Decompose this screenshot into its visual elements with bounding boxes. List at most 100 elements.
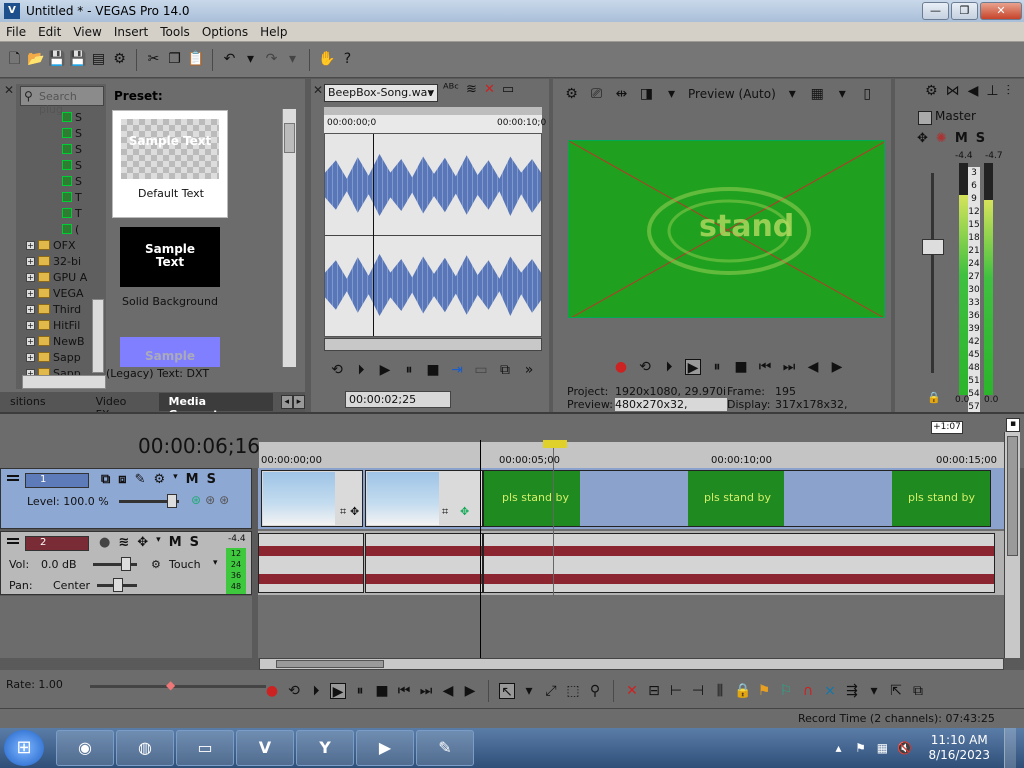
zoom-tool-icon[interactable]: ⚲ xyxy=(587,683,603,699)
preview-device-icon[interactable]: ⎚ xyxy=(588,86,605,103)
video-clip-text[interactable]: pls stand by pls stand by pls stand by xyxy=(483,470,991,527)
video-level-thumb[interactable] xyxy=(167,494,177,508)
envelope-tool-icon[interactable]: ⤢ xyxy=(543,683,559,699)
redo-icon[interactable]: ↷ xyxy=(263,51,280,68)
tab-video-fx[interactable]: Video FX xyxy=(86,393,147,421)
track-collapse-icon[interactable] xyxy=(7,475,19,477)
expand-icon[interactable]: + xyxy=(26,352,35,362)
grid-dropdown-icon[interactable]: ▾ xyxy=(834,86,851,103)
menu-help[interactable]: Help xyxy=(254,25,293,39)
master-fader-thumb[interactable] xyxy=(922,239,944,255)
trimmer-scrollbar[interactable] xyxy=(324,338,542,351)
loop-icon[interactable]: ⟲ xyxy=(286,683,302,699)
stop-icon[interactable]: ■ xyxy=(374,683,390,699)
taskbar-vegas-suite-button[interactable]: V xyxy=(236,730,294,766)
delete-icon[interactable]: ✕ xyxy=(624,683,640,699)
pause-icon[interactable]: ⏸ xyxy=(401,362,417,378)
network-icon[interactable]: ▦ xyxy=(874,740,890,756)
master-fader-track[interactable] xyxy=(931,173,934,373)
tree-item[interactable]: ( xyxy=(62,221,79,237)
master-properties-icon[interactable]: ⚙ xyxy=(925,83,938,99)
timeline-playhead[interactable] xyxy=(480,440,481,658)
track-motion-icon[interactable]: ⧈ xyxy=(118,472,126,487)
snapshot-icon[interactable]: ▯ xyxy=(859,86,876,103)
preset-scrollbar[interactable] xyxy=(282,109,296,367)
ignore-grouping-icon[interactable]: ⧉ xyxy=(910,683,926,699)
normal-edit-tool-icon[interactable]: ↖ xyxy=(499,683,515,700)
compositing-mode-icon[interactable]: ⧉ xyxy=(101,472,110,487)
trim-icon[interactable]: ⊟ xyxy=(646,683,662,699)
tab-transitions[interactable]: sitions xyxy=(0,393,56,411)
overwrite-icon[interactable]: ▭ xyxy=(473,362,489,378)
timeline-cursor[interactable] xyxy=(553,448,554,596)
prev-frame-icon[interactable]: ◀ xyxy=(440,683,456,699)
properties-gear-icon[interactable]: ⚙ xyxy=(111,51,128,68)
go-to-end-icon[interactable]: ⏭ xyxy=(781,359,797,375)
tree-item[interactable]: + HitFil xyxy=(26,317,80,333)
track-collapse-icon[interactable] xyxy=(7,538,19,540)
expand-icon[interactable]: + xyxy=(26,336,35,346)
next-frame-icon[interactable]: ▶ xyxy=(462,683,478,699)
start-button[interactable]: ⊞ xyxy=(4,730,44,766)
marker-bar-icon[interactable]: ▪ xyxy=(1006,418,1020,432)
tree-item[interactable]: S xyxy=(62,125,82,141)
tree-horizontal-scrollbar[interactable] xyxy=(22,375,106,389)
volume-muted-icon[interactable]: 🔇 xyxy=(896,740,912,756)
tree-item[interactable]: + NewB xyxy=(26,333,85,349)
close-button[interactable]: ✕ xyxy=(980,2,1022,20)
save-icon[interactable]: 💾 xyxy=(48,51,65,68)
preview-quality-select[interactable]: Preview (Auto) xyxy=(688,87,776,101)
next-frame-icon[interactable]: ▶ xyxy=(829,359,845,375)
edit-tool-dropdown-icon[interactable]: ▾ xyxy=(521,683,537,699)
audio-clip[interactable] xyxy=(483,533,995,593)
interaction-hand-icon[interactable]: ✋ xyxy=(318,51,335,68)
split-screen-icon[interactable]: ⇹ xyxy=(613,86,630,103)
video-lane[interactable]: ⌗ ✥ ⌗ ✥ pls stand by pls stand by pls st… xyxy=(258,468,1004,529)
arm-record-icon[interactable]: ● xyxy=(99,535,110,550)
play-icon[interactable]: ▶ xyxy=(685,359,701,376)
menu-view[interactable]: View xyxy=(67,25,107,39)
ripple-edit-icon[interactable]: ⇶ xyxy=(844,683,860,699)
timeline-horizontal-scrollbar[interactable] xyxy=(259,658,1004,670)
expand-icon[interactable]: + xyxy=(26,320,35,330)
timeline-tracks[interactable]: ⌗ ✥ ⌗ ✥ pls stand by pls stand by pls st… xyxy=(258,468,1004,658)
taskbar-firefox-button[interactable]: ◍ xyxy=(116,730,174,766)
action-center-icon[interactable]: ⚑ xyxy=(852,740,868,756)
preset-solid-background[interactable]: Sample Text Solid Background xyxy=(112,225,228,333)
trim-delete-icon[interactable]: ✕ xyxy=(484,82,495,97)
track-pan-icon[interactable]: ✥ xyxy=(137,535,148,550)
tree-item[interactable]: T xyxy=(62,205,82,221)
automation-dropdown-icon[interactable]: ▾ xyxy=(213,558,218,568)
overlays-dropdown-icon[interactable]: ▾ xyxy=(663,86,680,103)
audio-clip[interactable] xyxy=(258,533,364,593)
loop-region-marker[interactable] xyxy=(543,440,567,448)
audio-solo-button[interactable]: S xyxy=(190,535,199,550)
tree-item[interactable]: +32-bi xyxy=(26,253,81,269)
master-mute-button[interactable]: M xyxy=(955,131,968,146)
tray-expand-icon[interactable]: ▴ xyxy=(830,740,846,756)
rate-thumb-icon[interactable]: ◆ xyxy=(166,678,175,692)
timeline-hscroll-thumb[interactable] xyxy=(276,660,384,668)
composite-parent-icon[interactable]: ⊛ xyxy=(205,493,215,507)
composite-mask-icon[interactable]: ⊛ xyxy=(219,493,229,507)
menu-edit[interactable]: Edit xyxy=(32,25,67,39)
quality-dropdown-icon[interactable]: ▾ xyxy=(784,86,801,103)
tree-item[interactable]: T xyxy=(62,189,82,205)
more-icon[interactable]: » xyxy=(521,362,537,378)
copy-icon[interactable]: ❐ xyxy=(166,51,183,68)
audio-lane[interactable] xyxy=(258,531,1004,595)
master-fx-icon[interactable]: ✺ xyxy=(936,131,947,146)
master-pan-icon[interactable]: ✥ xyxy=(917,131,928,146)
redo-dropdown-icon[interactable]: ▾ xyxy=(284,51,301,68)
video-solo-button[interactable]: S xyxy=(207,472,216,487)
overlays-icon[interactable]: ◨ xyxy=(638,86,655,103)
downmix-icon[interactable]: ⋈ xyxy=(946,83,960,99)
lock-icon[interactable]: 🔒 xyxy=(927,391,941,404)
play-from-start-icon[interactable]: ⏵ xyxy=(308,683,324,699)
trimmer-file-select[interactable]: BeepBox-Song.wav ▾ xyxy=(324,84,438,102)
record-icon[interactable]: ● xyxy=(264,683,280,699)
help-icon[interactable]: ? xyxy=(339,51,356,68)
cut-icon[interactable]: ✂ xyxy=(145,51,162,68)
video-track-header[interactable]: 1 ⧉ ⧈ ✎ ⚙ ▾ M S Level: 100.0 % ⊛ ⊛ ⊛ xyxy=(0,468,252,529)
taskbar-media-player-button[interactable]: ▶ xyxy=(356,730,414,766)
